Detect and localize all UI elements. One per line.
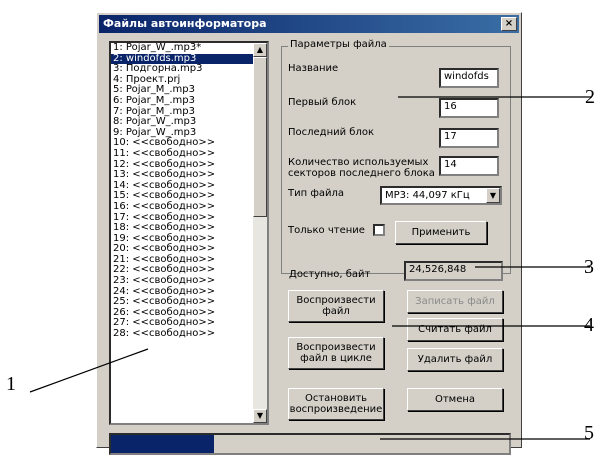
callout-label-3: 3 [584,256,594,278]
callout-label-4: 4 [584,314,594,336]
callout-line-1 [29,348,149,393]
callout-label-2: 2 [585,86,595,108]
callout-label-5: 5 [584,422,594,444]
callout-lines [29,96,592,440]
callout-label-1: 1 [6,373,16,395]
